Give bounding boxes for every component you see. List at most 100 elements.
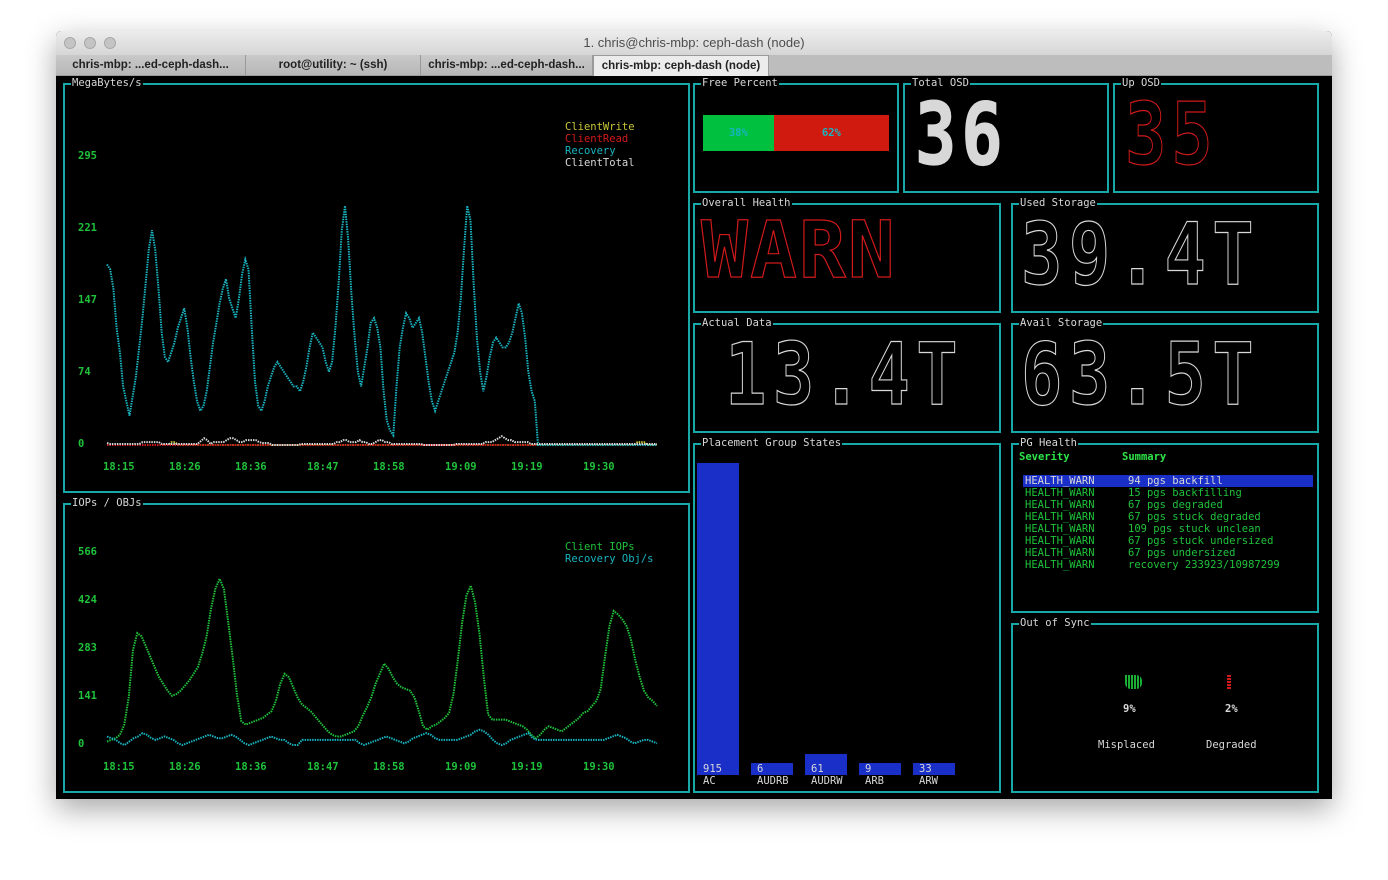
pg-bar-value: 6 bbox=[757, 763, 764, 775]
x-tick-label: 19:19 bbox=[511, 761, 543, 773]
misplaced-label: Misplaced bbox=[1098, 739, 1155, 751]
pg-health-row[interactable]: HEALTH_WARN 67 pgs stuck undersized bbox=[1023, 535, 1313, 547]
overall-health-panel: Overall Health WARN bbox=[693, 197, 1001, 313]
pg-health-summary: 15 pgs backfilling bbox=[1128, 487, 1242, 499]
pg-health-summary: 67 pgs degraded bbox=[1128, 499, 1223, 511]
up-osd-value: 35 bbox=[1125, 85, 1218, 185]
actual-data-value: 13.4T bbox=[725, 325, 965, 425]
up-osd-panel: Up OSD 35 bbox=[1113, 77, 1319, 193]
pg-bar-ac bbox=[697, 463, 739, 775]
pg-bar-label: ARW bbox=[919, 775, 938, 787]
misplaced-gauge bbox=[1125, 675, 1142, 689]
pg-health-severity: HEALTH_WARN bbox=[1025, 559, 1095, 571]
degraded-gauge-fill bbox=[1227, 675, 1231, 689]
y-tick-label: 295 bbox=[78, 150, 97, 162]
pg-bar-value: 61 bbox=[811, 763, 824, 775]
series-line-recovery bbox=[106, 205, 657, 446]
pg-health-row[interactable]: HEALTH_WARN 67 pgs degraded bbox=[1023, 499, 1313, 511]
pg-health-severity: HEALTH_WARN bbox=[1025, 547, 1095, 559]
pg-health-summary: recovery 233923/10987299 bbox=[1128, 559, 1280, 571]
mbps-plot bbox=[106, 205, 657, 446]
pg-health-label: PG Health bbox=[1019, 437, 1078, 449]
misplaced-percent: 9% bbox=[1123, 703, 1136, 715]
pg-bar-value: 915 bbox=[703, 763, 722, 775]
pg-health-severity: HEALTH_WARN bbox=[1025, 535, 1095, 547]
pg-health-summary: 94 pgs backfill bbox=[1128, 475, 1223, 487]
tab-2[interactable]: root@utility: ~ (ssh) bbox=[246, 55, 421, 75]
pg-health-severity: HEALTH_WARN bbox=[1025, 487, 1095, 499]
used-storage-value: 39.4T bbox=[1021, 205, 1261, 305]
x-tick-label: 18:47 bbox=[307, 761, 339, 773]
tab-4-active[interactable]: chris-mbp: ceph-dash (node) bbox=[593, 55, 769, 76]
tab-bar: chris-mbp: ...ed-ceph-dash... root@utili… bbox=[56, 55, 1332, 76]
pg-bar-value: 33 bbox=[919, 763, 932, 775]
x-tick-label: 19:09 bbox=[445, 761, 477, 773]
iops-panel: IOPs / OBJs Client IOPs Recovery Obj/s 5… bbox=[63, 497, 690, 793]
pg-states-panel: Placement Group States 915 AC 6 AUDRB 61 AUDR… bbox=[693, 437, 1001, 793]
title-bar: 1. chris@chris-mbp: ceph-dash (node) bbox=[56, 31, 1332, 56]
x-tick-label: 18:26 bbox=[169, 461, 201, 473]
y-tick-label: 221 bbox=[78, 222, 97, 234]
x-tick-label: 19:09 bbox=[445, 461, 477, 473]
avail-storage-value: 63.5T bbox=[1021, 325, 1261, 425]
pg-bar-label: AC bbox=[703, 775, 716, 787]
pg-health-severity: HEALTH_WARN bbox=[1025, 475, 1095, 487]
pg-health-header: Severity Summary bbox=[1019, 451, 1313, 463]
y-tick-label: 141 bbox=[78, 690, 97, 702]
y-tick-label: 424 bbox=[78, 594, 97, 606]
pg-health-severity: HEALTH_WARN bbox=[1025, 511, 1095, 523]
x-tick-label: 18:15 bbox=[103, 761, 135, 773]
actual-data-panel: Actual Data 13.4T bbox=[693, 317, 1001, 433]
tab-3[interactable]: chris-mbp: ...ed-ceph-dash... bbox=[421, 55, 593, 75]
x-tick-label: 18:36 bbox=[235, 461, 267, 473]
degraded-percent: 2% bbox=[1225, 703, 1238, 715]
degraded-label: Degraded bbox=[1206, 739, 1257, 751]
total-osd-value: 36 bbox=[915, 85, 1008, 185]
y-tick-label: 0 bbox=[78, 738, 85, 750]
severity-header: Severity bbox=[1019, 451, 1070, 463]
avail-storage-panel: Avail Storage 63.5T bbox=[1011, 317, 1319, 433]
x-tick-label: 18:15 bbox=[103, 461, 135, 473]
pg-health-panel: PG Health Severity Summary HEALTH_WARN 94… bbox=[1011, 437, 1319, 613]
summary-header: Summary bbox=[1122, 451, 1167, 463]
pg-health-summary: 67 pgs stuck undersized bbox=[1128, 535, 1274, 547]
free-percent-panel: Free Percent 38% 62% bbox=[693, 77, 899, 193]
used-segment: 38% bbox=[703, 115, 774, 151]
pg-health-row[interactable]: HEALTH_WARN 109 pgs stuck unclean bbox=[1023, 523, 1313, 535]
pg-health-summary: 109 pgs stuck unclean bbox=[1128, 523, 1261, 535]
pg-health-row[interactable]: HEALTH_WARN 15 pgs backfilling bbox=[1023, 487, 1313, 499]
series-line-client-iops bbox=[106, 576, 658, 743]
terminal-content: MegaBytes/s ClientWrite ClientRead Recov… bbox=[56, 76, 1332, 799]
pg-health-table: Severity Summary HEALTH_WARN 94 pgs backf… bbox=[1019, 451, 1313, 571]
tab-1[interactable]: chris-mbp: ...ed-ceph-dash... bbox=[56, 55, 246, 75]
total-osd-panel: Total OSD 36 bbox=[903, 77, 1109, 193]
pg-bar-label: AUDRB bbox=[757, 775, 789, 787]
pg-health-row[interactable]: HEALTH_WARN 67 pgs undersized bbox=[1023, 547, 1313, 559]
out-of-sync-panel: Out of Sync 9% 2% Misplaced Degraded bbox=[1011, 617, 1319, 793]
pg-health-severity: HEALTH_WARN bbox=[1025, 523, 1095, 535]
x-tick-label: 19:30 bbox=[583, 461, 615, 473]
terminal-window: 1. chris@chris-mbp: ceph-dash (node) chr… bbox=[56, 31, 1332, 799]
free-segment: 62% bbox=[773, 115, 889, 151]
y-tick-label: 147 bbox=[78, 294, 97, 306]
pg-states-label: Placement Group States bbox=[701, 437, 843, 449]
misplaced-gauge-fill bbox=[1125, 675, 1142, 689]
pg-bar-label: AUDRW bbox=[811, 775, 843, 787]
pg-health-row[interactable]: HEALTH_WARN 94 pgs backfill bbox=[1023, 475, 1313, 487]
x-tick-label: 18:36 bbox=[235, 761, 267, 773]
x-tick-label: 18:26 bbox=[169, 761, 201, 773]
pg-health-summary: 67 pgs stuck degraded bbox=[1128, 511, 1261, 523]
x-tick-label: 18:58 bbox=[373, 461, 405, 473]
y-tick-label: 0 bbox=[78, 438, 85, 450]
series-line-recovery-obj-s bbox=[106, 728, 658, 747]
free-percent-bar: 38% 62% bbox=[703, 115, 889, 151]
used-percent-text: 38% bbox=[728, 127, 748, 139]
pg-health-severity: HEALTH_WARN bbox=[1025, 499, 1095, 511]
pg-health-summary: 67 pgs undersized bbox=[1128, 547, 1236, 559]
overall-health-value: WARN bbox=[700, 206, 897, 296]
pg-health-row[interactable]: HEALTH_WARN recovery 233923/10987299 bbox=[1023, 559, 1313, 571]
window-title: 1. chris@chris-mbp: ceph-dash (node) bbox=[583, 35, 805, 50]
pg-health-row[interactable]: HEALTH_WARN 67 pgs stuck degraded bbox=[1023, 511, 1313, 523]
iops-plot bbox=[106, 576, 658, 747]
free-percent-text: 62% bbox=[821, 127, 841, 139]
